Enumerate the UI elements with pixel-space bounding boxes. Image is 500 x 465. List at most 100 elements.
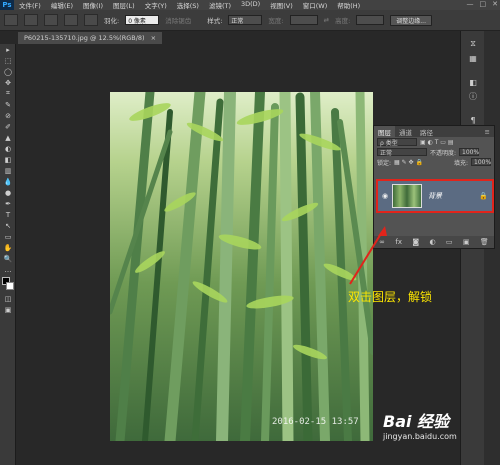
style-label: 样式: (207, 17, 223, 25)
blend-mode-select[interactable]: 正常 (377, 148, 427, 157)
new-selection-mode-button[interactable] (24, 14, 38, 26)
eyedropper-tool-icon[interactable]: ✎ (0, 99, 16, 110)
tool-preset-picker[interactable] (4, 14, 18, 26)
tab-paths[interactable]: 路径 (416, 126, 437, 137)
height-input[interactable] (356, 15, 385, 25)
width-input[interactable] (289, 15, 318, 25)
toolbox: ▸ ⬚ ◯ ✥ ⌗ ✎ ⊘ ✐ ▲ ◐ ◧ ▥ 💧 ● ✒ T ↖ ▭ ✋ 🔍 … (0, 44, 16, 465)
layers-panel: 图层 通道 路径 ≡ ρ 类型 ▣ ◐ T ▭ ▤ 正常 不透明度: 100% … (373, 125, 495, 249)
history-brush-tool-icon[interactable]: ◐ (0, 143, 16, 154)
document-tab[interactable]: P60215-135710.jpg @ 12.5%(RGB/8) × (18, 32, 163, 44)
quick-select-tool-icon[interactable]: ✥ (0, 77, 16, 88)
width-label: 宽度: (268, 17, 284, 25)
photo-timestamp: 2016-02-15 13:57 (272, 417, 359, 427)
pen-tool-icon[interactable]: ✒ (0, 198, 16, 209)
add-style-icon[interactable]: fx (395, 238, 402, 246)
crop-tool-icon[interactable]: ⌗ (0, 88, 16, 99)
menu-filter[interactable]: 滤镜(T) (204, 0, 236, 10)
quick-mask-icon[interactable]: ◫ (0, 293, 16, 304)
fill-input[interactable]: 100% (471, 158, 491, 166)
panel-menu-icon[interactable]: ≡ (481, 126, 494, 137)
add-mask-icon[interactable]: ◙ (412, 238, 419, 246)
fill-label: 填充: (453, 159, 468, 167)
style-select[interactable]: 正常 (228, 15, 263, 25)
marquee-tool-icon[interactable]: ⬚ (0, 55, 16, 66)
lock-icon[interactable]: 🔒 (479, 192, 488, 200)
menu-select[interactable]: 选择(S) (172, 0, 204, 10)
new-layer-icon[interactable]: ▣ (463, 238, 470, 246)
lock-row: 锁定: ▦ ✎ ✥ 🔒 填充: 100% (374, 157, 494, 167)
options-bar: 羽化: 0 像素 消除锯齿 样式: 正常 宽度: ⇄ 高度: 调整边缘... (0, 10, 500, 31)
watermark-logo: Bai 经验 (383, 412, 450, 431)
baidu-jingyan-watermark: Bai 经验 jingyan.baidu.com (383, 408, 457, 441)
menu-layer[interactable]: 图层(L) (108, 0, 140, 10)
dodge-tool-icon[interactable]: ● (0, 187, 16, 198)
tab-channels[interactable]: 通道 (395, 126, 416, 137)
lock-options[interactable]: ▦ ✎ ✥ 🔒 (394, 159, 423, 166)
properties-panel-icon[interactable]: ▦ (461, 51, 485, 65)
tab-layers[interactable]: 图层 (374, 126, 395, 137)
menu-help[interactable]: 帮助(H) (332, 0, 365, 10)
menu-view[interactable]: 视图(V) (265, 0, 298, 10)
move-tool-icon[interactable]: ▸ (0, 44, 16, 55)
close-tab-icon[interactable]: × (151, 34, 156, 42)
background-color-swatch[interactable] (6, 282, 14, 290)
menu-list: 文件(F) 编辑(E) 图像(I) 图层(L) 文字(Y) 选择(S) 滤镜(T… (14, 0, 365, 10)
layer-kind-select[interactable]: ρ 类型 (377, 138, 417, 147)
path-select-tool-icon[interactable]: ↖ (0, 220, 16, 231)
layer-filter-row: ρ 类型 ▣ ◐ T ▭ ▤ (374, 137, 494, 147)
delete-layer-icon[interactable]: 🗑 (480, 238, 489, 246)
menu-bar: Ps 文件(F) 编辑(E) 图像(I) 图层(L) 文字(Y) 选择(S) 滤… (0, 0, 500, 10)
screen-mode-icon[interactable]: ▣ (0, 304, 16, 315)
menu-file[interactable]: 文件(F) (14, 0, 46, 10)
gradient-tool-icon[interactable]: ▥ (0, 165, 16, 176)
close-window-button[interactable]: ✕ (492, 0, 498, 10)
window-controls: — □ ✕ (467, 0, 499, 10)
intersect-selection-mode-button[interactable] (84, 14, 98, 26)
add-selection-mode-button[interactable] (44, 14, 58, 26)
photoshop-logo: Ps (0, 0, 14, 10)
antialias-checkbox[interactable]: 消除锯齿 (165, 15, 191, 25)
brush-tool-icon[interactable]: ✐ (0, 121, 16, 132)
refine-edge-button[interactable]: 调整边缘... (390, 14, 432, 26)
link-layers-icon[interactable]: ∞ (379, 238, 385, 246)
document-canvas[interactable]: 2016-02-15 13:57 (110, 92, 373, 441)
menu-edit[interactable]: 编辑(E) (46, 0, 78, 10)
blur-tool-icon[interactable]: 💧 (0, 176, 16, 187)
eye-icon[interactable]: ◉ (378, 192, 392, 200)
swap-icon[interactable]: ⇄ (324, 16, 329, 24)
layers-footer: ∞ fx ◙ ◐ ▭ ▣ 🗑 (374, 236, 494, 248)
minimize-button[interactable]: — (467, 0, 474, 10)
lock-label: 锁定: (377, 159, 392, 167)
lasso-tool-icon[interactable]: ◯ (0, 66, 16, 77)
annotation-text: 双击图层，解锁 (348, 290, 433, 304)
menu-3d[interactable]: 3D(D) (236, 0, 265, 10)
filter-icons[interactable]: ▣ ◐ T ▭ ▤ (420, 139, 454, 146)
layer-thumbnail (392, 184, 422, 208)
menu-window[interactable]: 窗口(W) (298, 0, 333, 10)
layer-name[interactable]: 背景 (428, 191, 442, 201)
subtract-selection-mode-button[interactable] (64, 14, 78, 26)
adjustments-panel-icon[interactable]: ◧ (461, 75, 485, 89)
color-swatches[interactable] (0, 275, 16, 293)
opacity-label: 不透明度: (430, 149, 457, 157)
stamp-tool-icon[interactable]: ▲ (0, 132, 16, 143)
menu-image[interactable]: 图像(I) (78, 0, 108, 10)
layer-row-background[interactable]: ◉ 背景 🔒 (376, 179, 494, 213)
eraser-tool-icon[interactable]: ◧ (0, 154, 16, 165)
document-title: P60215-135710.jpg @ 12.5%(RGB/8) (24, 34, 145, 42)
more-tools-icon[interactable]: … (0, 264, 16, 275)
hand-tool-icon[interactable]: ✋ (0, 242, 16, 253)
restore-button[interactable]: □ (480, 0, 487, 10)
menu-type[interactable]: 文字(Y) (140, 0, 172, 10)
new-adjustment-icon[interactable]: ◐ (429, 238, 435, 246)
type-tool-icon[interactable]: T (0, 209, 16, 220)
shape-tool-icon[interactable]: ▭ (0, 231, 16, 242)
opacity-input[interactable]: 100% (459, 148, 479, 156)
new-group-icon[interactable]: ▭ (446, 238, 453, 246)
healing-tool-icon[interactable]: ⊘ (0, 110, 16, 121)
history-panel-icon[interactable]: ⧖ (461, 37, 485, 51)
zoom-tool-icon[interactable]: 🔍 (0, 253, 16, 264)
info-panel-icon[interactable]: ⓘ (461, 89, 485, 103)
feather-input[interactable]: 0 像素 (125, 15, 160, 25)
